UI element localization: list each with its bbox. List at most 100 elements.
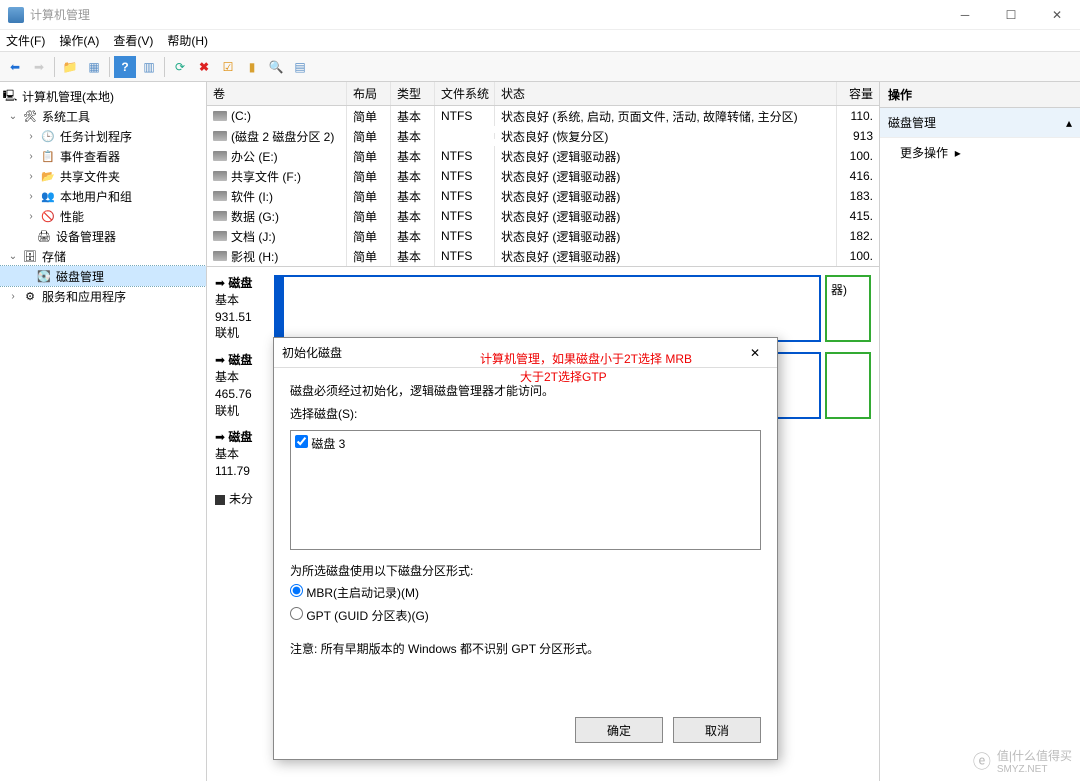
volume-header: 卷 布局 类型 文件系统 状态 容量 (207, 82, 879, 106)
more-actions[interactable]: 更多操作 ▸ (880, 138, 1080, 167)
clock-icon: 🕒 (40, 128, 56, 144)
close-button[interactable]: ✕ (1034, 0, 1080, 30)
dialog-title: 初始化磁盘 (282, 344, 741, 361)
volume-row[interactable]: 软件 (I:)简单基本NTFS状态良好 (逻辑驱动器)183. (207, 186, 879, 206)
tree-system-tools[interactable]: ⌄ 🛠 系统工具 (0, 106, 206, 126)
caret-icon[interactable]: ⌄ (8, 251, 18, 262)
dialog-titlebar[interactable]: 初始化磁盘 ✕ (274, 338, 777, 368)
delete-icon[interactable]: ✖ (193, 56, 215, 78)
disk-label: ➡ 磁盘 基本 931.51 联机 (215, 275, 270, 342)
menu-file[interactable]: 文件(F) (6, 32, 45, 49)
services-icon: ⚙ (22, 288, 38, 304)
volume-icon (213, 131, 227, 141)
menu-action[interactable]: 操作(A) (59, 32, 99, 49)
ok-button[interactable]: 确定 (575, 717, 663, 743)
disk-partition[interactable]: 器) (825, 275, 871, 342)
disk-select-list[interactable]: 磁盘 3 (290, 430, 761, 550)
tree-storage[interactable]: ⌄ 🗄 存储 (0, 246, 206, 266)
nav-tree[interactable]: 🖳 计算机管理(本地) ⌄ 🛠 系统工具 › 🕒 任务计划程序 › 📋 事件查看… (0, 82, 207, 781)
help-icon[interactable]: ? (114, 56, 136, 78)
window-title: 计算机管理 (30, 6, 942, 23)
col-fs[interactable]: 文件系统 (435, 82, 495, 105)
disk-icon: 💽 (36, 268, 52, 284)
disk-checkbox-item[interactable]: 磁盘 3 (295, 433, 756, 456)
volume-row[interactable]: (磁盘 2 磁盘分区 2)简单基本状态良好 (恢复分区)913 (207, 126, 879, 146)
disk-checkbox[interactable] (295, 435, 308, 448)
storage-icon: 🗄 (22, 248, 38, 264)
maximize-button[interactable]: ☐ (988, 0, 1034, 30)
tree-shared-folders[interactable]: › 📂 共享文件夹 (0, 166, 206, 186)
up-icon[interactable]: 📁 (59, 56, 81, 78)
volume-row[interactable]: 影视 (H:)简单基本NTFS状态良好 (逻辑驱动器)100. (207, 246, 879, 266)
list-icon[interactable]: ▤ (289, 56, 311, 78)
view-icon[interactable]: ▥ (138, 56, 160, 78)
watermark: ⓔ 值|什么值得买 SMYZ.NET (973, 747, 1072, 775)
refresh-icon[interactable]: ⟳ (169, 56, 191, 78)
volume-row[interactable]: 办公 (E:)简单基本NTFS状态良好 (逻辑驱动器)100. (207, 146, 879, 166)
caret-icon[interactable]: › (26, 131, 36, 142)
initialize-disk-dialog: 初始化磁盘 ✕ 磁盘必须经过初始化，逻辑磁盘管理器才能访问。 选择磁盘(S): … (273, 337, 778, 760)
search-icon[interactable]: 🔍 (265, 56, 287, 78)
cancel-button[interactable]: 取消 (673, 717, 761, 743)
col-type[interactable]: 类型 (391, 82, 435, 105)
volume-icon (213, 111, 227, 121)
caret-icon[interactable]: ⌄ (8, 111, 18, 122)
users-icon: 👥 (40, 188, 56, 204)
caret-icon[interactable]: › (26, 191, 36, 202)
computer-icon: 🖳 (2, 88, 18, 104)
volume-row[interactable]: (C:)简单基本NTFS状态良好 (系统, 启动, 页面文件, 活动, 故障转储… (207, 106, 879, 126)
col-status[interactable]: 状态 (495, 82, 837, 105)
disk-row[interactable]: ➡ 磁盘 基本 931.51 联机 器) (215, 275, 871, 342)
check-icon[interactable]: ☑ (217, 56, 239, 78)
minimize-button[interactable]: ─ (942, 0, 988, 30)
volume-row[interactable]: 文档 (J:)简单基本NTFS状态良好 (逻辑驱动器)182. (207, 226, 879, 246)
tree-event-viewer[interactable]: › 📋 事件查看器 (0, 146, 206, 166)
volume-icon (213, 231, 227, 241)
tree-disk-management[interactable]: 💽 磁盘管理 (0, 266, 206, 286)
dialog-close-button[interactable]: ✕ (741, 346, 769, 360)
actions-pane: 操作 磁盘管理 ▴ 更多操作 ▸ (880, 82, 1080, 781)
actions-section[interactable]: 磁盘管理 ▴ (880, 108, 1080, 138)
back-button[interactable]: ⬅ (4, 56, 26, 78)
caret-right-icon: ▸ (955, 146, 961, 160)
disk-partition[interactable] (274, 275, 821, 342)
actions-title: 操作 (880, 82, 1080, 108)
dialog-note: 注意: 所有早期版本的 Windows 都不识别 GPT 分区形式。 (290, 638, 761, 661)
menu-help[interactable]: 帮助(H) (167, 32, 208, 49)
app-icon (8, 7, 24, 23)
tree-local-users[interactable]: › 👥 本地用户和组 (0, 186, 206, 206)
volume-row[interactable]: 数据 (G:)简单基本NTFS状态良好 (逻辑驱动器)415. (207, 206, 879, 226)
volume-icon (213, 191, 227, 201)
caret-icon[interactable]: › (26, 171, 36, 182)
caret-icon[interactable]: › (26, 211, 36, 222)
disk-label: ➡ 磁盘 基本 111.79 (215, 429, 270, 479)
tree-root[interactable]: 🖳 计算机管理(本地) (0, 86, 206, 106)
volume-list[interactable]: (C:)简单基本NTFS状态良好 (系统, 启动, 页面文件, 活动, 故障转储… (207, 106, 879, 266)
menubar: 文件(F) 操作(A) 查看(V) 帮助(H) (0, 30, 1080, 52)
tree-device-manager[interactable]: 🖨 设备管理器 (0, 226, 206, 246)
tree-task-scheduler[interactable]: › 🕒 任务计划程序 (0, 126, 206, 146)
properties-icon[interactable]: ▦ (83, 56, 105, 78)
tree-services-apps[interactable]: › ⚙ 服务和应用程序 (0, 286, 206, 306)
col-volume[interactable]: 卷 (207, 82, 347, 105)
caret-icon[interactable]: › (26, 151, 36, 162)
caret-icon[interactable]: › (8, 291, 18, 302)
gpt-radio[interactable]: GPT (GUID 分区表)(G) (290, 609, 429, 623)
volume-icon (213, 211, 227, 221)
menu-view[interactable]: 查看(V) (113, 32, 153, 49)
dialog-buttons: 确定 取消 (274, 707, 777, 759)
forward-button[interactable]: ➡ (28, 56, 50, 78)
mbr-radio[interactable]: MBR(主启动记录)(M) (290, 586, 419, 600)
volume-icon (213, 151, 227, 161)
disk-partition[interactable] (825, 352, 871, 419)
col-layout[interactable]: 布局 (347, 82, 391, 105)
volume-row[interactable]: 共享文件 (F:)简单基本NTFS状态良好 (逻辑驱动器)416. (207, 166, 879, 186)
device-icon: 🖨 (36, 228, 52, 244)
col-capacity[interactable]: 容量 (837, 82, 879, 105)
event-icon: 📋 (40, 148, 56, 164)
tree-performance[interactable]: › 🚫 性能 (0, 206, 206, 226)
share-icon: 📂 (40, 168, 56, 184)
disk-label: ➡ 磁盘 基本 465.76 联机 (215, 352, 270, 419)
folder-icon[interactable]: ▮ (241, 56, 263, 78)
caret-up-icon: ▴ (1066, 116, 1072, 130)
